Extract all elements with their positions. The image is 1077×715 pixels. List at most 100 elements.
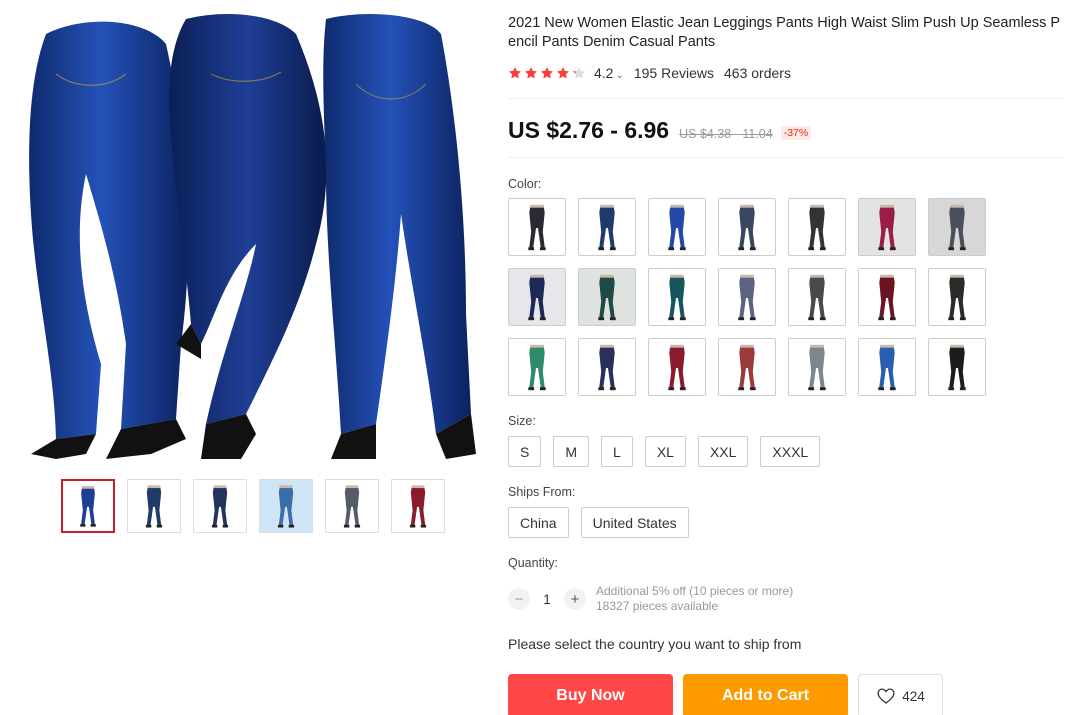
quantity-label: Quantity: [508,556,559,570]
star-icon [524,67,538,79]
swatch-image [649,269,705,325]
color-swatch[interactable] [858,268,916,326]
swatch-image [649,339,705,395]
quantity-decrease-button[interactable]: − [508,588,530,610]
color-swatch[interactable] [718,268,776,326]
swatch-image [789,269,845,325]
swatch-image [719,269,775,325]
color-swatch[interactable] [508,198,566,256]
swatch-image [929,199,985,255]
swatch-image [579,339,635,395]
swatch-image [859,269,915,325]
color-swatch[interactable] [648,268,706,326]
swatch-image [579,199,635,255]
size-options: S M L XL XXL XXXL [508,436,1063,467]
discount-badge: -37% [780,126,812,140]
rating-stars [508,66,586,80]
size-option[interactable]: L [601,436,633,467]
gallery-thumbnail[interactable] [325,479,379,533]
color-swatch[interactable] [508,338,566,396]
swatch-image [929,339,985,395]
gallery-thumbnail[interactable] [193,479,247,533]
color-swatch[interactable] [858,198,916,256]
color-swatch[interactable] [578,268,636,326]
swatch-image [509,269,565,325]
swatch-image [509,339,565,395]
gallery-thumbnail[interactable] [127,479,181,533]
thumbnail-strip [61,479,445,533]
size-option[interactable]: M [553,436,590,467]
color-swatch[interactable] [858,338,916,396]
color-swatch[interactable] [928,268,986,326]
color-swatch[interactable] [788,338,846,396]
gallery-thumbnail[interactable] [259,479,313,533]
stock-available: 18327 pieces available [596,599,719,613]
size-label: Size: [508,414,536,428]
swatch-image [789,339,845,395]
swatch-image [859,199,915,255]
swatch-image [509,199,565,255]
star-icon [540,67,554,79]
chevron-down-icon: ⌄ [615,70,624,81]
bulk-discount-note: Additional 5% off (10 pieces or more) [596,584,794,598]
swatch-image [649,199,705,255]
quantity-stepper: − 1 + Additional 5% off (10 pieces or mo… [508,584,1063,614]
quantity-info: Additional 5% off (10 pieces or more) 18… [596,584,793,614]
star-icon [572,67,586,79]
ships-from-option[interactable]: China [508,507,569,538]
quantity-increase-button[interactable]: + [564,588,586,610]
swatch-image [929,269,985,325]
color-swatch[interactable] [928,198,986,256]
gallery-thumbnail[interactable] [61,479,115,533]
color-swatch[interactable] [788,198,846,256]
original-price: US $4.38 - 11.04 [679,127,773,141]
color-swatch[interactable] [928,338,986,396]
action-buttons: Buy Now Add to Cart 424 [508,674,1063,715]
color-swatch[interactable] [508,268,566,326]
color-swatch[interactable] [788,268,846,326]
star-icon [556,67,570,79]
swatch-image [789,199,845,255]
swatch-image [326,480,378,532]
color-swatch[interactable] [718,338,776,396]
size-option[interactable]: S [508,436,542,467]
rating-row: 4.2 ⌄ 195 Reviews 463 orders [508,64,1063,82]
color-swatch[interactable] [578,338,636,396]
swatch-image [63,481,113,531]
price-row: US $2.76 - 6.96 US $4.38 - 11.04 -37% [508,117,1063,145]
current-price: US $2.76 - 6.96 [508,117,670,143]
star-icon [508,67,522,79]
main-product-image[interactable] [26,14,476,464]
product-info: 2021 New Women Elastic Jean Leggings Pan… [508,14,1063,715]
quantity-value[interactable]: 1 [530,592,564,607]
size-option[interactable]: XL [644,436,686,467]
color-swatch[interactable] [578,198,636,256]
reviews-link[interactable]: 195 Reviews [634,65,714,81]
color-swatch[interactable] [648,338,706,396]
orders-count: 463 orders [724,65,791,81]
size-option[interactable]: XXL [697,436,749,467]
rating-value[interactable]: 4.2 ⌄ [594,65,624,81]
swatch-image [128,480,180,532]
wishlist-button[interactable]: 424 [858,674,943,715]
swatch-image [719,199,775,255]
add-to-cart-button[interactable]: Add to Cart [683,674,848,715]
ships-from-option[interactable]: United States [580,507,689,538]
heart-icon [877,688,895,704]
buy-now-button[interactable]: Buy Now [508,674,673,715]
swatch-image [579,269,635,325]
color-swatch[interactable] [718,198,776,256]
divider [508,157,1063,158]
wishlist-count: 424 [902,688,925,704]
ships-from-options: China United States [508,507,1063,538]
size-option[interactable]: XXXL [760,436,821,467]
color-swatches [508,198,1063,396]
gallery-thumbnail[interactable] [391,479,445,533]
swatch-image [260,480,312,532]
ship-country-note: Please select the country you want to sh… [508,636,802,652]
color-label: Color: [508,177,542,191]
divider [508,98,1063,99]
ships-from-label: Ships From: [508,485,576,499]
swatch-image [859,339,915,395]
color-swatch[interactable] [648,198,706,256]
